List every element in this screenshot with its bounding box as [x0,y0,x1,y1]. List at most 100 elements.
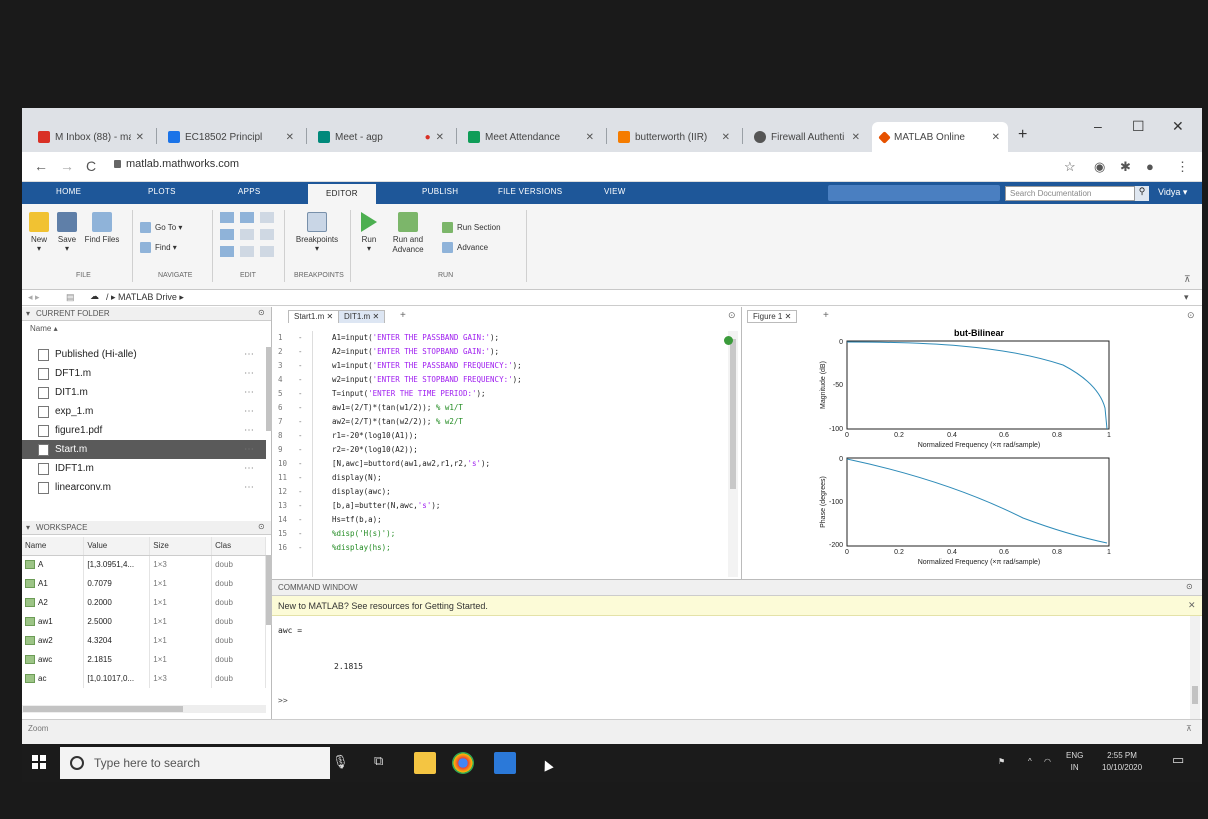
decrease-indent-icon[interactable] [260,246,274,257]
run-section-button[interactable]: Run Section [442,222,501,233]
code-line[interactable]: 6 - aw1=(2/T)*(tan(w1/2)); % w1/T [272,403,728,417]
fx-icon[interactable] [240,212,254,223]
code-line[interactable]: 10 - [N,awc]=buttord(aw1,aw2,r1,r2,'s'); [272,459,728,473]
close-icon[interactable]: ✕ [436,132,444,143]
more-icon[interactable]: ⋯ [244,349,254,360]
code-line[interactable]: 12 - display(awc); [272,487,728,501]
advance-button[interactable]: Advance [442,242,488,253]
code-line[interactable]: 7 - aw2=(2/T)*(tan(w2/2)); % w2/T [272,417,728,431]
getting-started-banner[interactable]: New to MATLAB? See resources for Getting… [272,596,1202,616]
collapse-ribbon-icon[interactable]: ⊼ [1184,274,1191,285]
breakpoint-marker[interactable]: - [298,347,303,356]
uncomment-icon[interactable] [240,229,254,240]
collapse-icon[interactable]: ▾ [26,309,30,318]
code-line[interactable]: 9 - r2=-20*(log10(A2)); [272,445,728,459]
close-icon[interactable]: ✕ [722,132,730,143]
back-icon[interactable]: ← [34,158,48,174]
code-line[interactable]: 11 - display(N); [272,473,728,487]
new-figure-button[interactable]: + [823,310,829,321]
tab-plots[interactable]: PLOTS [148,187,176,196]
panel-options-icon[interactable]: ⊙ [1187,310,1195,321]
search-documentation-input[interactable]: Search Documentation [1005,186,1135,201]
search-icon[interactable]: ⚲ [1135,186,1149,201]
breakpoint-marker[interactable]: - [298,473,303,482]
editor-tab-start1[interactable]: Start1.m ✕ [288,310,340,323]
breakpoint-marker[interactable]: - [298,389,303,398]
more-icon[interactable]: ⋯ [244,368,254,379]
close-icon[interactable]: ✕ [136,132,144,143]
star-icon[interactable]: ☆ [1064,159,1076,175]
code-line[interactable]: 4 - w2=input('ENTER THE STOPBAND FREQUENCY… [272,375,728,389]
notifications-icon[interactable]: ▭ [1172,753,1184,766]
panel-options-icon[interactable]: ⊙ [1186,582,1193,591]
tab-apps[interactable]: APPS [238,187,261,196]
language-indicator[interactable]: ENG IN [1066,750,1083,774]
col-name[interactable]: Name [22,537,85,556]
breakpoint-marker[interactable]: - [298,417,303,426]
breakpoint-marker[interactable]: - [298,487,303,496]
code-line[interactable]: 3 - w1=input('ENTER THE PASSBAND FREQUENCY… [272,361,728,375]
editor-tab-dit1[interactable]: DIT1.m ✕ [338,310,386,323]
col-size[interactable]: Size [149,537,213,556]
tab-home[interactable]: HOME [56,187,81,196]
status-toggle-icon[interactable]: ⊼ [1186,724,1192,733]
run-button[interactable]: Run ▾ [356,212,382,253]
more-icon[interactable]: ⋯ [244,425,254,436]
windows-start-icon[interactable] [32,755,46,769]
new-tab-button[interactable]: + [1018,126,1027,144]
puzzle-icon[interactable]: ✱ [1120,159,1131,175]
code-line[interactable]: 15 - %disp('H(s)'); [272,529,728,543]
close-icon[interactable]: ✕ [586,132,594,143]
close-banner-icon[interactable]: ✕ [1188,600,1196,611]
mail-app-icon[interactable] [494,752,516,774]
find-files-button[interactable]: Find Files [82,212,122,244]
browser-tab-firewall[interactable]: Firewall Authenti ✕ [746,122,868,152]
comment-icon[interactable] [220,229,234,240]
breakpoint-marker[interactable]: - [298,403,303,412]
folder-path[interactable]: / ▸ MATLAB Drive ▸ [106,292,184,303]
workspace-row[interactable]: A [1,3.0951,4... 1×3 doub [22,555,266,574]
more-icon[interactable]: ⋯ [244,463,254,474]
more-icon[interactable]: ⋯ [244,387,254,398]
code-line[interactable]: 16 - %display(hs); [272,543,728,557]
clock[interactable]: 2:55 PM 10/10/2020 [1102,750,1142,774]
panel-options-icon[interactable]: ⊙ [728,310,736,321]
code-line[interactable]: 1 - A1=input('ENTER THE PASSBAND GAIN:'); [272,333,728,347]
browser-tab-matlab[interactable]: MATLAB Online ✕ [872,122,1008,152]
panel-options-icon[interactable]: ⊙ [258,308,265,317]
more-icon[interactable]: ⋯ [244,406,254,417]
breakpoint-marker[interactable]: - [298,459,303,468]
breakpoint-marker[interactable]: - [298,431,303,440]
browser-tab-butterworth[interactable]: butterworth (IIR) ✕ [610,122,738,152]
folder-item[interactable]: IDFT1.m ⋯ [22,459,266,478]
figure-tab[interactable]: Figure 1 ✕ [747,310,798,323]
people-icon[interactable]: ⚑ [998,756,1005,768]
tab-file-versions[interactable]: FILE VERSIONS [498,187,562,196]
find-button[interactable]: Find ▾ [140,242,177,253]
code-line[interactable]: 2 - A2=input('ENTER THE STOPBAND GAIN:'); [272,347,728,361]
more-icon[interactable]: ⋯ [244,444,254,455]
workspace-row[interactable]: aw2 4.3204 1×1 doub [22,631,266,650]
indent-icon[interactable] [260,212,274,223]
workspace-row[interactable]: awc 2.1815 1×1 doub [22,650,266,669]
browser-tab-meet[interactable]: Meet - agp ● ✕ [310,122,452,152]
smart-indent-icon[interactable] [220,246,234,257]
breakpoint-marker[interactable]: - [298,515,303,524]
panel-options-icon[interactable]: ⊙ [258,522,265,531]
breakpoint-marker[interactable]: - [298,445,303,454]
breakpoints-button[interactable]: Breakpoints ▾ [290,212,344,253]
reload-icon[interactable]: C [86,158,96,174]
goto-button[interactable]: Go To ▾ [140,222,182,233]
folder-item[interactable]: linearconv.m ⋯ [22,478,266,497]
breakpoint-marker[interactable]: - [298,529,303,538]
col-class[interactable]: Clas [211,537,266,556]
forward-icon[interactable]: → [60,158,74,174]
breakpoint-marker[interactable]: - [298,361,303,370]
folder-item[interactable]: DFT1.m ⋯ [22,364,266,383]
menu-icon[interactable]: ⋮ [1176,159,1189,175]
workspace-row[interactable]: A1 0.7079 1×1 doub [22,574,266,593]
breakpoint-marker[interactable]: - [298,375,303,384]
folder-up-icon[interactable]: ▤ [66,292,75,303]
editor-scrollbar[interactable] [728,331,738,577]
wrap-icon[interactable] [260,229,274,240]
